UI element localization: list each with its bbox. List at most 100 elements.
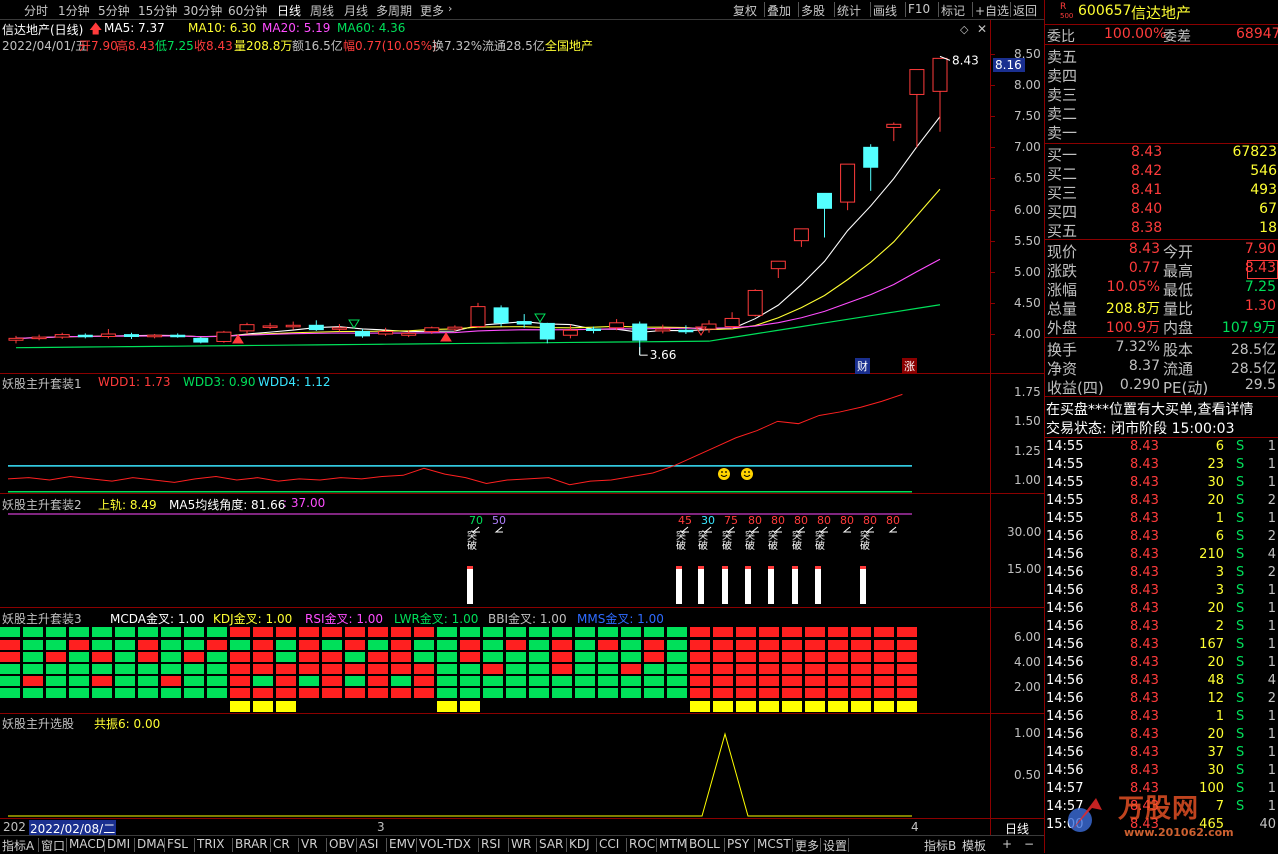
indicator-tab-asi[interactable]: ASI <box>359 837 378 851</box>
signal-cell <box>874 688 894 698</box>
signal-cell <box>713 640 733 650</box>
bid-price: 8.38 <box>1131 220 1163 236</box>
toolbar-btn-8[interactable]: 返回 <box>1013 2 1037 19</box>
indicator-tab-boll[interactable]: BOLL <box>689 837 720 851</box>
period-tab-1[interactable]: 1分钟 <box>58 2 90 19</box>
signal-bar-cap <box>722 566 728 569</box>
period-tab-6[interactable]: 日线 <box>277 2 301 19</box>
indicator-tab-窗口[interactable]: 窗口 <box>41 837 65 854</box>
toolbar-btn-6[interactable]: 标记 <box>941 2 965 19</box>
limit-up-badge[interactable]: 涨 <box>902 358 917 374</box>
indicator-tab-vol-tdx[interactable]: VOL-TDX <box>419 837 471 851</box>
tick-count: 4 <box>1267 547 1276 562</box>
panel3-chart[interactable] <box>0 608 990 713</box>
tick-volume: 6 <box>1215 529 1224 544</box>
indicator-tab-obv[interactable]: OBV <box>329 837 355 851</box>
indicator-tab-dma[interactable]: DMA <box>137 837 165 851</box>
tick-count: 2 <box>1267 565 1276 580</box>
panel4-chart[interactable] <box>0 714 990 818</box>
period-tab-3[interactable]: 15分钟 <box>138 2 177 19</box>
signal-cell <box>644 676 664 686</box>
period-tab-0[interactable]: 分时 <box>24 2 48 19</box>
stock-name[interactable]: 信达地产 <box>1131 2 1191 23</box>
tick-side: S <box>1236 457 1245 472</box>
signal-cell <box>644 640 664 650</box>
candlestick-chart[interactable]: 8.43 3.66 <box>0 20 990 373</box>
finance-badge[interactable]: 财 <box>855 358 870 374</box>
indicator-tab-fsl[interactable]: FSL <box>167 837 188 851</box>
period-tab-9[interactable]: 多周期 <box>376 2 412 19</box>
period-tab-2[interactable]: 5分钟 <box>98 2 130 19</box>
toolbar-btn-0[interactable]: 复权 <box>733 2 757 19</box>
toolbar-btn-7[interactable]: +自选 <box>975 2 1009 19</box>
toolbar-btn-2[interactable]: 多股 <box>801 2 825 19</box>
signal-cell <box>253 688 273 698</box>
chevron-right-icon[interactable]: › <box>448 2 452 15</box>
tick-count: 1 <box>1267 583 1276 598</box>
signal-cell <box>736 640 756 650</box>
panel2-chart[interactable]: 70 50 45 30 75 80 80 80 80 80 80 80突破 突破 突破 突破 突破 突破 突破 突破… <box>0 494 990 607</box>
indicator-tab-emv[interactable]: EMV <box>389 837 415 851</box>
indicator-tab-mtm[interactable]: MTM <box>659 837 687 851</box>
indicator-tab-cci[interactable]: CCI <box>599 837 619 851</box>
panel1-chart[interactable] <box>0 374 990 493</box>
period-tab-7[interactable]: 周线 <box>310 2 334 19</box>
signal-cell <box>23 627 43 637</box>
toolbar-btn-1[interactable]: 叠加 <box>767 2 791 19</box>
signal-cell <box>460 688 480 698</box>
indicator-tab-brar[interactable]: BRAR <box>235 837 268 851</box>
indicator-tab-vr[interactable]: VR <box>301 837 318 851</box>
signal-cell <box>897 627 917 637</box>
toolbar-btn-4[interactable]: 画线 <box>873 2 897 19</box>
candle-body <box>239 324 255 332</box>
indicator-tab-psy[interactable]: PSY <box>727 837 749 851</box>
big-order-notice[interactable]: 在买盘***位置有大买单,查看详情 <box>1046 399 1253 419</box>
tick-count: 1 <box>1267 763 1276 778</box>
trade-state: 交易状态: 闭市阶段 15:00:03 <box>1046 421 1235 437</box>
tick-price: 8.43 <box>1130 637 1159 652</box>
indicator-tab-trix[interactable]: TRIX <box>197 837 224 851</box>
indicator-tab-roc[interactable]: ROC <box>629 837 655 851</box>
period-tab-10[interactable]: 更多 <box>420 2 444 19</box>
indicator-tab-kdj[interactable]: KDJ <box>569 837 590 851</box>
quote-divider <box>1045 437 1278 438</box>
period-tab-8[interactable]: 月线 <box>344 2 368 19</box>
period-tab-5[interactable]: 60分钟 <box>228 2 267 19</box>
toolbar-btn-5[interactable]: F10 <box>908 2 930 16</box>
tab-separator <box>194 838 195 852</box>
low-label: 3.66 <box>650 348 677 362</box>
indicator-tab-设置[interactable]: 设置 <box>823 837 847 854</box>
indicator-tab-mcst[interactable]: MCST <box>757 837 791 851</box>
stock-code[interactable]: 600657 <box>1078 3 1131 19</box>
ask-level-4: 卖四 <box>1047 67 1078 85</box>
signal-cell <box>805 652 825 662</box>
tick-side: S <box>1236 637 1245 652</box>
period-tab-4[interactable]: 30分钟 <box>183 2 222 19</box>
indicator-tab-macd[interactable]: MACD <box>69 837 105 851</box>
indicator-tab-wr[interactable]: WR <box>511 837 531 851</box>
signal-cell <box>253 640 273 650</box>
indicator-tab-cr[interactable]: CR <box>273 837 290 851</box>
minus-icon[interactable]: − <box>1024 837 1034 851</box>
candle-body <box>562 329 578 336</box>
signal-cell <box>460 676 480 686</box>
tick-time: 14:55 <box>1046 475 1084 490</box>
indicator-tab-指标a[interactable]: 指标A <box>2 837 34 854</box>
indicator-tab-dmi[interactable]: DMI <box>107 837 130 851</box>
signal-cell <box>322 688 342 698</box>
toolbar-btn-3[interactable]: 统计 <box>837 2 861 19</box>
signal-cell <box>713 664 733 674</box>
tick-side: S <box>1236 493 1245 508</box>
indicator-tab-sar[interactable]: SAR <box>539 837 563 851</box>
bid-price: 8.42 <box>1131 163 1163 179</box>
template-tab[interactable]: 模板 <box>962 837 986 854</box>
tick-count: 1 <box>1267 781 1276 796</box>
indicator-tab-rsi[interactable]: RSI <box>481 837 501 851</box>
signal-cell <box>644 688 664 698</box>
tick-mark <box>991 178 995 180</box>
stat-value: 28.5亿 <box>1230 342 1276 358</box>
price-tick: 5.00 <box>1014 264 1041 279</box>
indicator-b-tab[interactable]: 指标B <box>924 837 956 854</box>
add-icon[interactable]: + <box>1002 837 1012 851</box>
indicator-tab-更多[interactable]: 更多 <box>795 837 819 854</box>
